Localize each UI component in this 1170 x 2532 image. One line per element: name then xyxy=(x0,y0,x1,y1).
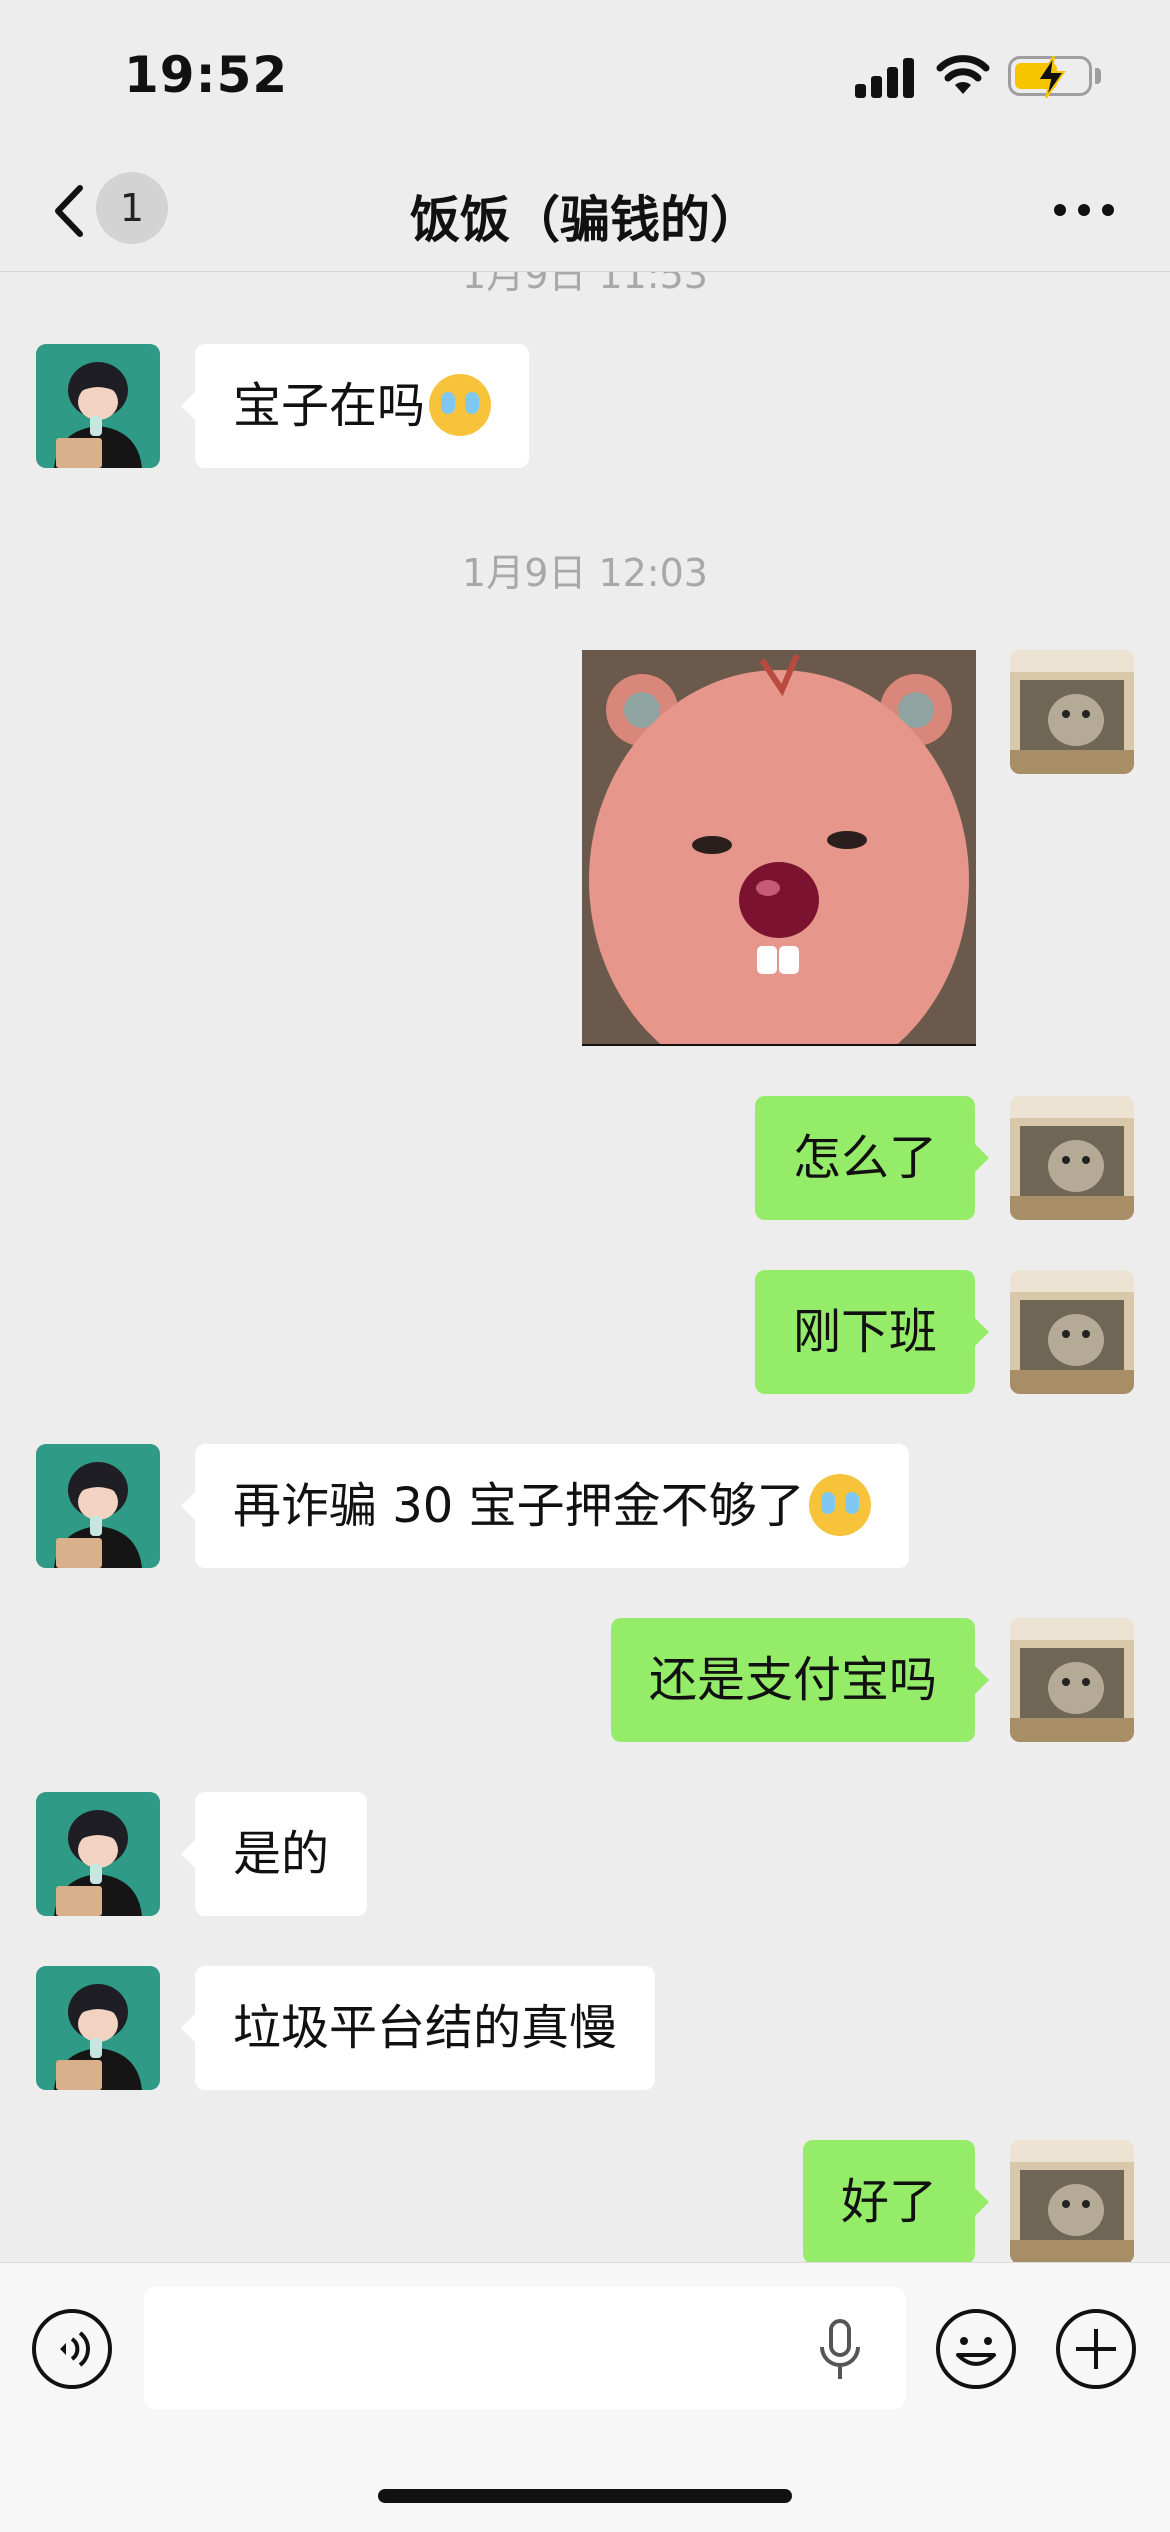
message-text: 是的 xyxy=(233,1826,330,1882)
outgoing-message-bubble[interactable]: 还是支付宝吗 xyxy=(610,1618,990,1742)
message-text: 好了 xyxy=(840,2174,937,2230)
message-text: 垃圾平台结的真慢 xyxy=(233,2000,618,2056)
status-time: 19:52 xyxy=(124,46,289,104)
voice-mode-icon[interactable] xyxy=(30,2307,114,2391)
message-text: 宝子在吗 xyxy=(233,378,426,434)
microphone-icon[interactable] xyxy=(812,2317,868,2383)
chat-timestamp: 1月9日 12:03 xyxy=(462,551,708,595)
message-text: 再诈骗 30 宝子押金不够了 xyxy=(233,1478,805,1534)
contact-avatar[interactable] xyxy=(36,1444,160,1568)
incoming-message-bubble[interactable]: 宝子在吗 xyxy=(180,344,530,468)
chat-message-list[interactable]: 1月9日 11:53 宝子在吗 1月9日 12:03 怎么了 刚下班 再诈骗 3… xyxy=(0,272,1170,2262)
my-avatar[interactable] xyxy=(1010,1270,1134,1394)
message-text: 刚下班 xyxy=(792,1304,937,1360)
cellular-signal-icon xyxy=(855,58,915,98)
home-indicator[interactable] xyxy=(378,2489,792,2503)
charging-bolt-icon xyxy=(1036,56,1066,98)
chevron-left-icon[interactable] xyxy=(44,176,104,246)
emoji-icon[interactable] xyxy=(934,2307,1018,2391)
contact-avatar[interactable] xyxy=(36,1966,160,2090)
outgoing-message-bubble[interactable]: 怎么了 xyxy=(754,1096,990,1220)
message-text-field[interactable] xyxy=(144,2287,906,2409)
outgoing-message-bubble[interactable]: 刚下班 xyxy=(754,1270,990,1394)
plus-circle-icon[interactable] xyxy=(1054,2307,1138,2391)
my-avatar[interactable] xyxy=(1010,650,1134,774)
crying-face-emoji xyxy=(429,374,492,436)
incoming-message-bubble[interactable]: 再诈骗 30 宝子押金不够了 xyxy=(181,1444,909,1568)
contact-avatar[interactable] xyxy=(36,344,160,468)
crying-face-emoji xyxy=(808,1474,871,1536)
outgoing-message-bubble[interactable]: 好了 xyxy=(802,2140,990,2262)
status-bar: 19:52 xyxy=(0,0,1170,150)
wifi-icon xyxy=(936,55,990,94)
my-avatar[interactable] xyxy=(1010,1618,1134,1742)
chat-header: 1 饭饭（骗钱的） xyxy=(0,150,1170,272)
chat-timestamp: 1月9日 11:53 xyxy=(462,272,708,297)
message-text: 怎么了 xyxy=(792,1130,937,1186)
my-avatar[interactable] xyxy=(1010,2140,1134,2262)
unread-count-badge[interactable]: 1 xyxy=(96,172,168,244)
more-horizontal-icon[interactable] xyxy=(1054,198,1118,218)
message-input-bar xyxy=(0,2262,1170,2532)
incoming-message-bubble[interactable]: 是的 xyxy=(180,1792,368,1916)
incoming-message-bubble[interactable]: 垃圾平台结的真慢 xyxy=(180,1966,656,2090)
my-avatar[interactable] xyxy=(1010,1096,1134,1220)
chat-title: 饭饭（骗钱的） xyxy=(410,191,760,249)
pink-beaver-sticker[interactable] xyxy=(582,650,976,1046)
message-text: 还是支付宝吗 xyxy=(648,1652,937,1708)
contact-avatar[interactable] xyxy=(36,1792,160,1916)
